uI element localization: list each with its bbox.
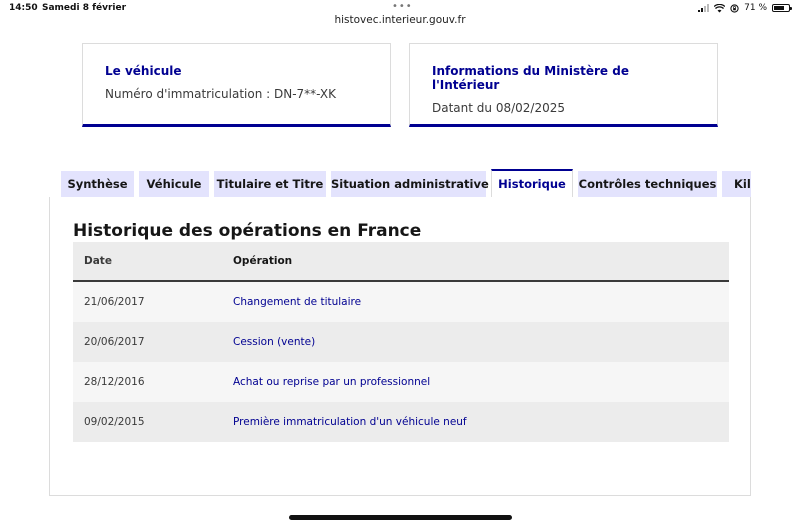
row-operation-link[interactable]: Changement de titulaire <box>233 296 729 308</box>
status-right: 71 % <box>698 3 792 13</box>
column-date: Date <box>84 255 112 267</box>
ministry-card: Informations du Ministère de l'Intérieur… <box>409 43 718 127</box>
column-operation: Opération <box>233 255 293 267</box>
row-date: 09/02/2015 <box>84 416 145 428</box>
tab-controles-techniques[interactable]: Contrôles techniques <box>578 171 717 198</box>
history-panel: Historique des opérations en France Date… <box>49 197 751 496</box>
ministry-card-title: Informations du Ministère de l'Intérieur <box>432 64 629 92</box>
orientation-lock-icon <box>730 3 739 13</box>
vehicle-card-title: Le véhicule <box>105 64 182 78</box>
address-bar[interactable]: histovec.interieur.gouv.fr <box>0 14 800 26</box>
row-date: 21/06/2017 <box>84 296 145 308</box>
data-date: Datant du 08/02/2025 <box>432 101 565 115</box>
vehicle-card: Le véhicule Numéro d'immatriculation : D… <box>82 43 391 127</box>
table-row: 21/06/2017 Changement de titulaire <box>73 282 729 322</box>
registration-number: Numéro d'immatriculation : DN-7**-XK <box>105 87 336 101</box>
row-date: 20/06/2017 <box>84 336 145 348</box>
status-time: 14:50 <box>9 3 38 13</box>
table-row: 28/12/2016 Achat ou reprise par un profe… <box>73 362 729 402</box>
multitasking-dots-icon[interactable]: ••• <box>392 1 413 12</box>
battery-percent: 71 % <box>744 3 767 13</box>
table-row: 09/02/2015 Première immatriculation d'un… <box>73 402 729 442</box>
table-header: Date Opération <box>73 242 729 282</box>
tab-bar: Synthèse Véhicule Titulaire et Titre Sit… <box>61 169 751 198</box>
battery-icon <box>772 4 792 12</box>
signal-icon <box>698 4 710 12</box>
wifi-icon <box>714 3 726 13</box>
row-operation-link[interactable]: Première immatriculation d'un véhicule n… <box>233 416 729 428</box>
history-table: Date Opération 21/06/2017 Changement de … <box>73 242 729 442</box>
home-indicator[interactable] <box>289 515 512 520</box>
status-date: Samedi 8 février <box>42 3 127 13</box>
row-operation-link[interactable]: Achat ou reprise par un professionnel <box>233 376 729 388</box>
row-date: 28/12/2016 <box>84 376 145 388</box>
tab-situation-administrative[interactable]: Situation administrative <box>331 171 489 198</box>
history-title: Historique des opérations en France <box>73 221 422 241</box>
tab-synthese[interactable]: Synthèse <box>61 171 134 198</box>
tab-historique[interactable]: Historique <box>491 169 573 198</box>
tab-vehicule[interactable]: Véhicule <box>139 171 209 198</box>
tab-kilometrage[interactable]: Kil <box>722 171 751 198</box>
row-operation-link[interactable]: Cession (vente) <box>233 336 729 348</box>
tab-titulaire-titre[interactable]: Titulaire et Titre <box>214 171 326 198</box>
table-row: 20/06/2017 Cession (vente) <box>73 322 729 362</box>
